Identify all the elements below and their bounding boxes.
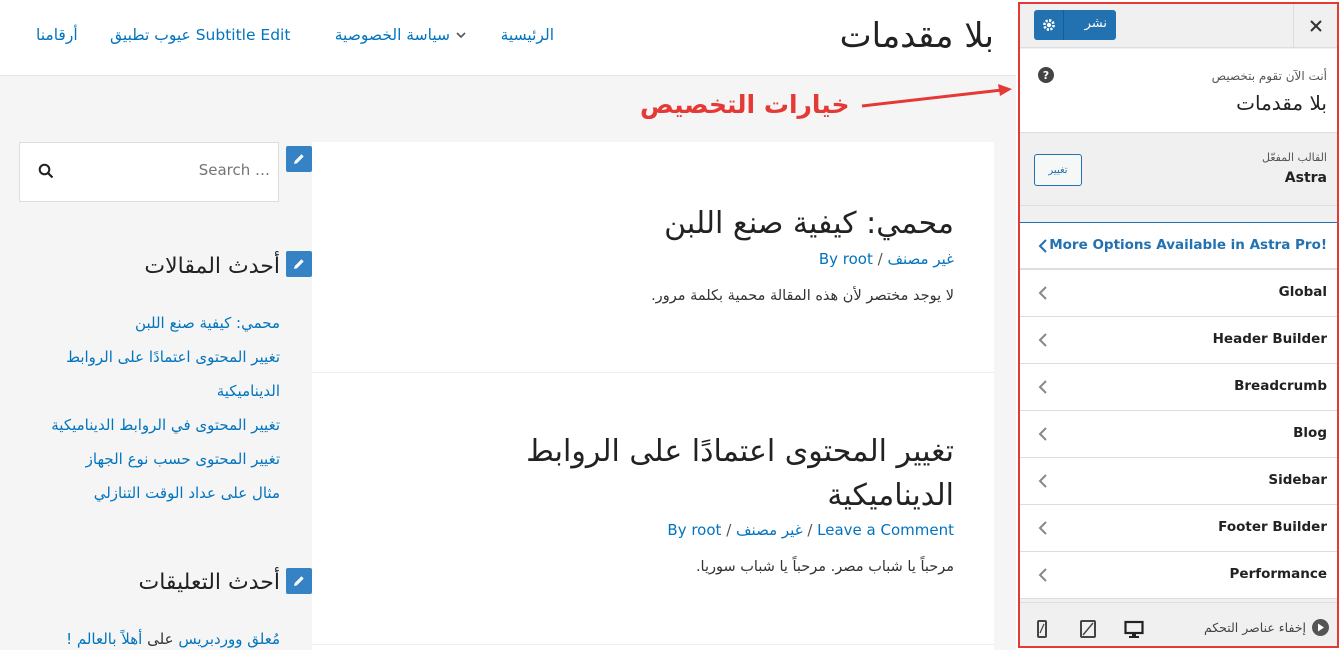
post-title[interactable]: تغيير المحتوى اعتمادًا على الروابط الدين… xyxy=(474,430,954,517)
section-astra-pro[interactable]: More Options Available in Astra Pro! xyxy=(1020,223,1337,270)
tablet-preview-icon[interactable] xyxy=(1078,619,1098,639)
post-excerpt: مرحباً يا شباب مصر. مرحباً يا شباب سوريا… xyxy=(695,559,954,575)
post-excerpt: لا يوجد مختصر لأن هذه المقالة محمية بكلم… xyxy=(651,287,954,304)
nav-home-label: الرئيسية xyxy=(500,26,554,44)
nav-privacy-label: سياسة الخصوصية xyxy=(334,26,450,44)
section-label: Sidebar xyxy=(1268,472,1327,488)
chevron-left-icon xyxy=(1038,380,1047,394)
customizing-label: أنت الآن تقوم بتخصيص xyxy=(1211,69,1327,83)
chevron-left-icon xyxy=(1038,333,1047,347)
post-comment-link[interactable]: Leave a Comment xyxy=(817,521,954,539)
section-global[interactable]: Global xyxy=(1020,270,1337,317)
publish-button[interactable]: نشر xyxy=(1034,10,1116,40)
comment-author-link[interactable]: مُعلق ووردبريس xyxy=(178,630,280,648)
nav-item-contact[interactable]: أرقامنا xyxy=(36,26,78,44)
nav-contact-label: أرقامنا xyxy=(36,26,78,44)
nav-subtitle-label: عيوب تطبيق Subtitle Edit xyxy=(110,26,291,44)
section-label: Global xyxy=(1278,284,1327,300)
close-icon xyxy=(1309,20,1322,32)
recent-post-link[interactable]: مثال على عداد الوقت التنازلي xyxy=(18,476,280,510)
publish-label: نشر xyxy=(1084,16,1107,31)
meta-separator: / xyxy=(721,521,732,539)
recent-post-link[interactable]: محمي: كيفية صنع اللبن xyxy=(18,306,280,340)
nav-item-privacy[interactable]: سياسة الخصوصية xyxy=(335,26,466,44)
annotation-arrow-icon xyxy=(861,84,1012,108)
chevron-left-icon xyxy=(1038,286,1047,300)
recent-post-link[interactable]: تغيير المحتوى حسب نوع الجهاز xyxy=(18,442,280,476)
edit-recent-posts-widget-icon[interactable] xyxy=(286,251,312,277)
post-1: محمي: كيفية صنع اللبن غير مصنف / By root… xyxy=(651,202,954,304)
theme-name: Astra xyxy=(1284,170,1327,186)
section-header-builder[interactable]: Header Builder xyxy=(1020,317,1337,364)
section-label: Header Builder xyxy=(1212,331,1327,347)
gear-icon[interactable] xyxy=(1034,10,1064,40)
customizer-header: نشر xyxy=(1020,4,1337,48)
chevron-left-icon xyxy=(1038,239,1047,253)
customizer-footer: إخفاء عناصر التحكم xyxy=(1020,602,1337,646)
post-category-link[interactable]: غير مصنف xyxy=(736,521,803,539)
active-theme-label: القالب المفعّل xyxy=(1262,151,1327,164)
section-breadcrumb[interactable]: Breadcrumb xyxy=(1020,364,1337,411)
customizing-site-name: بلا مقدمات xyxy=(1236,91,1327,115)
post-divider xyxy=(312,372,994,373)
site-header: بلا مقدمات الرئيسية سياسة الخصوصية عيوب … xyxy=(0,0,1016,76)
chevron-left-icon xyxy=(1038,521,1047,535)
post-list: محمي: كيفية صنع اللبن غير مصنف / By root… xyxy=(312,142,994,650)
site-preview: بلا مقدمات الرئيسية سياسة الخصوصية عيوب … xyxy=(0,0,1016,650)
annotation-label: خيارات التخصيص xyxy=(640,90,850,119)
recent-post-link[interactable]: تغيير المحتوى في الروابط الديناميكية xyxy=(18,408,280,442)
section-performance[interactable]: Performance xyxy=(1020,552,1337,599)
meta-separator: / xyxy=(802,521,813,539)
search-icon[interactable] xyxy=(38,163,54,179)
play-icon xyxy=(1312,619,1329,636)
recent-post-link[interactable]: تغيير المحتوى اعتمادًا على الروابط الدين… xyxy=(18,340,280,408)
edit-recent-comments-widget-icon[interactable] xyxy=(286,568,312,594)
mobile-preview-icon[interactable] xyxy=(1032,619,1052,639)
customizer-sections: More Options Available in Astra Pro! Glo… xyxy=(1020,222,1337,599)
recent-comment-item: مُعلق ووردبريس على أهلاً بالعالم ! xyxy=(18,622,280,650)
chevron-left-icon xyxy=(1038,474,1047,488)
post-author-link[interactable]: By root xyxy=(667,521,721,539)
desktop-preview-icon[interactable] xyxy=(1124,619,1144,639)
help-icon[interactable]: ? xyxy=(1038,67,1054,83)
search-widget xyxy=(19,142,279,202)
customizer-panel: نشر ? أنت الآن تقوم بتخصيص بلا مقدمات ال… xyxy=(1018,2,1339,648)
recent-comments-title: أحدث التعليقات xyxy=(138,570,281,595)
search-input[interactable] xyxy=(70,161,270,179)
post-meta: Leave a Comment / غير مصنف / By root xyxy=(474,521,954,539)
section-footer-builder[interactable]: Footer Builder xyxy=(1020,505,1337,552)
chevron-down-icon xyxy=(456,29,466,42)
section-label: Blog xyxy=(1293,425,1327,441)
meta-separator: / xyxy=(872,249,883,268)
chevron-left-icon xyxy=(1038,568,1047,582)
section-label: Footer Builder xyxy=(1218,519,1327,535)
post-divider xyxy=(312,644,994,645)
nav-item-home[interactable]: الرئيسية xyxy=(501,26,554,44)
post-title[interactable]: محمي: كيفية صنع اللبن xyxy=(651,202,954,246)
active-theme: القالب المفعّل Astra تغيير xyxy=(1020,134,1337,206)
customizer-info: ? أنت الآن تقوم بتخصيص بلا مقدمات xyxy=(1020,49,1337,133)
comment-on-text: على xyxy=(147,630,174,648)
section-label: Performance xyxy=(1229,566,1327,582)
section-label: Breadcrumb xyxy=(1234,378,1327,394)
chevron-left-icon xyxy=(1038,427,1047,441)
comment-post-link[interactable]: أهلاً بالعالم ! xyxy=(66,630,142,648)
close-customizer-button[interactable] xyxy=(1293,4,1337,48)
hide-controls-button[interactable]: إخفاء عناصر التحكم xyxy=(1204,619,1329,636)
section-blog[interactable]: Blog xyxy=(1020,411,1337,458)
post-category-link[interactable]: غير مصنف xyxy=(887,250,954,268)
change-theme-button[interactable]: تغيير xyxy=(1034,154,1082,186)
nav-item-subtitle-edit[interactable]: عيوب تطبيق Subtitle Edit xyxy=(110,26,290,44)
recent-posts-title: أحدث المقالات xyxy=(144,254,280,279)
section-sidebar[interactable]: Sidebar xyxy=(1020,458,1337,505)
hide-controls-label: إخفاء عناصر التحكم xyxy=(1203,620,1306,635)
post-author-link[interactable]: By root xyxy=(819,250,873,268)
post-meta: غير مصنف / By root xyxy=(651,250,954,268)
edit-search-widget-icon[interactable] xyxy=(286,146,312,172)
post-2: تغيير المحتوى اعتمادًا على الروابط الدين… xyxy=(474,430,954,575)
section-label: More Options Available in Astra Pro! xyxy=(1049,237,1327,253)
recent-posts-list: محمي: كيفية صنع اللبن تغيير المحتوى اعتم… xyxy=(18,306,280,510)
site-title[interactable]: بلا مقدمات xyxy=(840,16,994,56)
